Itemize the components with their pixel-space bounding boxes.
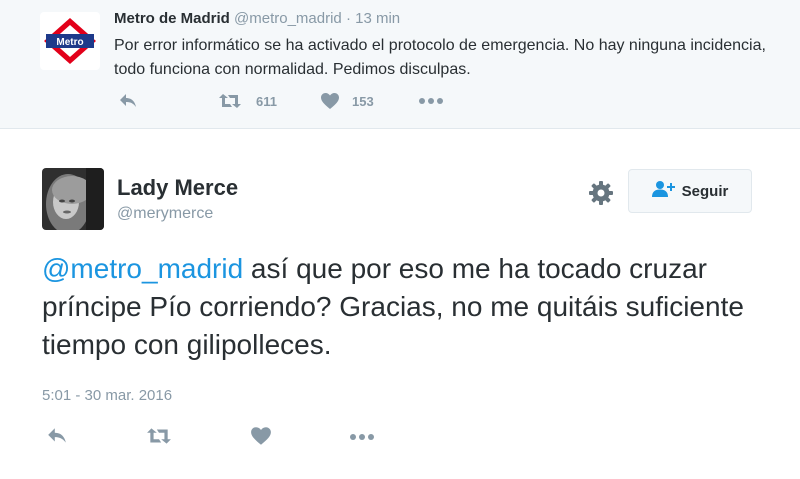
parent-author-name[interactable]: Metro de Madrid (114, 10, 230, 27)
more-dots-icon (348, 430, 376, 444)
retweet-icon (146, 426, 172, 446)
retweet-button[interactable] (146, 426, 172, 446)
follow-button-label: Seguir (681, 182, 729, 200)
heart-icon (250, 426, 272, 446)
separator-dot: · (345, 10, 351, 27)
retweet-button[interactable]: 611 (218, 92, 277, 110)
parent-timestamp[interactable]: 13 min (355, 10, 400, 27)
like-button[interactable] (250, 426, 272, 446)
retweet-count: 611 (256, 93, 277, 109)
reply-icon (46, 426, 68, 446)
tweet-timestamp[interactable]: 5:01 - 30 mar. 2016 (42, 387, 172, 404)
reply-button[interactable] (46, 426, 68, 446)
author-handle[interactable]: @merymerce (117, 205, 213, 223)
like-button[interactable]: 153 (320, 92, 374, 110)
reply-icon (118, 92, 138, 110)
gear-icon[interactable] (588, 180, 614, 206)
retweet-icon (218, 92, 242, 110)
parent-tweet-text: Por error informático se ha activado el … (114, 37, 766, 78)
metro-madrid-avatar[interactable]: Metro (40, 12, 100, 70)
reply-button[interactable] (118, 92, 138, 110)
more-button[interactable] (418, 94, 444, 108)
tweet-text: @metro_madrid así que por eso me ha toca… (42, 250, 772, 364)
metro-logo-text: Metro (56, 37, 83, 48)
follow-button[interactable]: Seguir (628, 169, 752, 213)
more-dots-icon (418, 94, 444, 108)
heart-icon (320, 92, 340, 110)
parent-tweet[interactable]: Metro Metro de Madrid @metro_madrid · 13… (0, 0, 800, 129)
author-name[interactable]: Lady Merce (117, 175, 238, 201)
mention-link[interactable]: @metro_madrid (42, 253, 243, 284)
parent-author-handle[interactable]: @metro_madrid (234, 10, 342, 27)
parent-tweet-header: Metro de Madrid @metro_madrid · 13 min (114, 10, 400, 27)
more-button[interactable] (348, 430, 376, 444)
add-user-icon (651, 180, 676, 202)
lady-merce-avatar[interactable] (42, 168, 104, 230)
like-count: 153 (352, 93, 374, 109)
